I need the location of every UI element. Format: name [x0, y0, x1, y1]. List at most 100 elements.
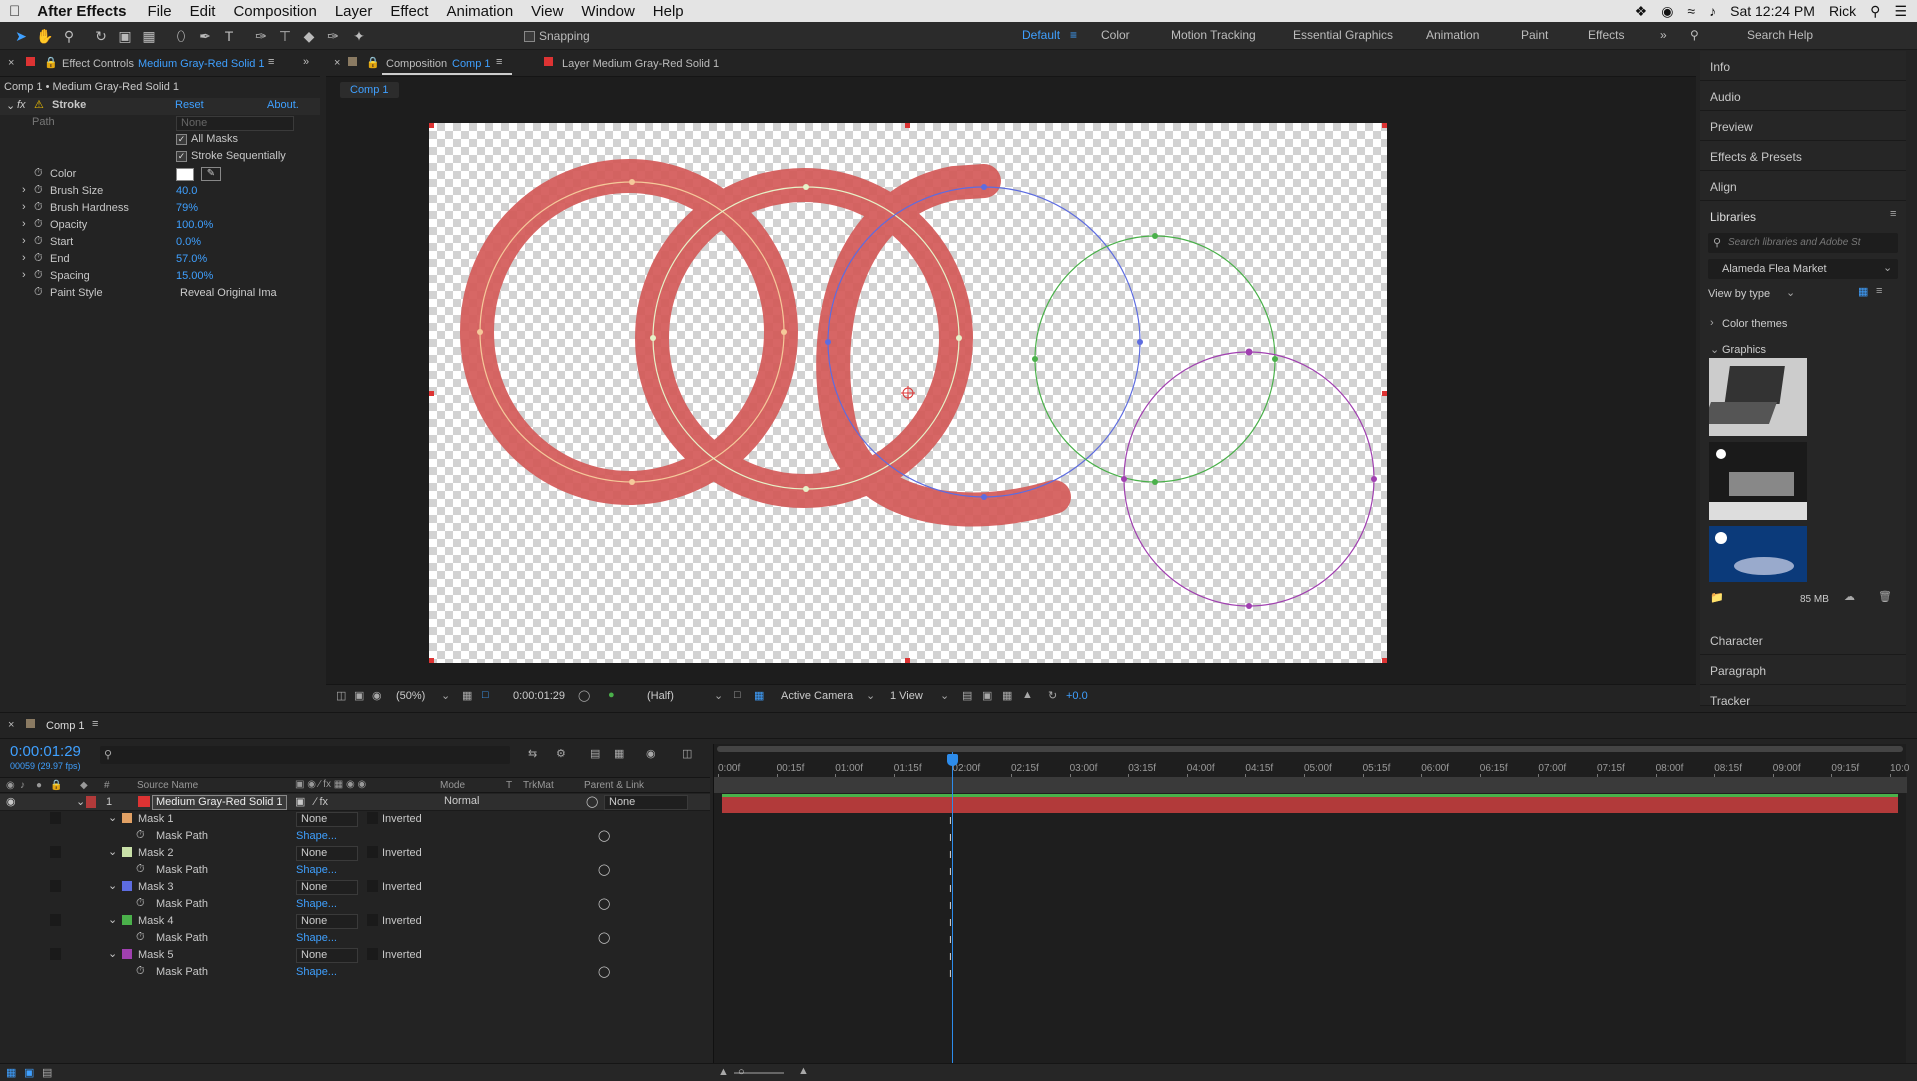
path-dropdown[interactable]: None — [176, 116, 294, 131]
mask-inverted-checkbox[interactable] — [367, 880, 378, 892]
modes-icon[interactable]: ▣ — [24, 1066, 34, 1079]
mask-inverted-checkbox[interactable] — [367, 846, 378, 858]
stopwatch-icon[interactable]: ⏱ — [34, 252, 43, 265]
keyframe-marker[interactable]: I — [949, 935, 952, 946]
keyframe-marker[interactable]: I — [949, 969, 952, 980]
menu-layer[interactable]: Layer — [326, 3, 382, 20]
about-button[interactable]: About. — [267, 99, 299, 111]
mask-name[interactable]: Mask 4 — [138, 915, 173, 927]
mask-5-path[interactable] — [1123, 351, 1375, 607]
mask-toggle-icon[interactable]: □ — [482, 689, 489, 701]
mask-path-row[interactable]: ⏱ Mask Path Shape... ◯ — [0, 930, 710, 947]
frame-blending-icon[interactable]: ▦ — [614, 747, 624, 760]
reset-button[interactable]: Reset — [175, 99, 204, 111]
brush-hardness-value[interactable]: 79% — [176, 202, 198, 214]
graphic-thumbnail-space[interactable] — [1709, 526, 1807, 582]
mask-color-swatch[interactable] — [122, 915, 132, 925]
fast-previews-icon[interactable]: ▣ — [982, 689, 992, 702]
workspace-motion-tracking[interactable]: Motion Tracking — [1171, 28, 1256, 42]
mask-color-swatch[interactable] — [122, 881, 132, 891]
zoom-in-icon[interactable]: ▲ — [798, 1065, 809, 1077]
pick-whip-icon[interactable]: ◯ — [598, 897, 610, 910]
stopwatch-icon[interactable]: ⏱ — [136, 863, 145, 876]
type-tool-icon[interactable]: T — [220, 27, 238, 45]
solo-toggle-icon[interactable]: ● — [36, 780, 42, 791]
flowchart-icon[interactable]: ▲ — [1022, 689, 1033, 701]
stopwatch-icon[interactable]: ⏱ — [34, 235, 43, 248]
opacity-value[interactable]: 100.0% — [176, 219, 213, 231]
tracker-panel[interactable]: Tracker — [1700, 685, 1906, 708]
chevron-down-icon[interactable]: ⌄ — [108, 947, 117, 960]
composition-flow-icon[interactable]: ⇆ — [528, 747, 537, 760]
clock-text[interactable]: Sat 12:24 PM — [1730, 3, 1815, 19]
mask-name[interactable]: Mask 1 — [138, 813, 173, 825]
expand-chevron-icon[interactable]: › — [22, 218, 26, 230]
color-themes-section[interactable]: Color themes — [1722, 318, 1787, 330]
mask-color-swatch[interactable] — [122, 949, 132, 959]
menu-composition[interactable]: Composition — [224, 3, 325, 20]
mask-shape-link[interactable]: Shape... — [296, 898, 337, 910]
start-value[interactable]: 0.0% — [176, 236, 201, 248]
end-value[interactable]: 57.0% — [176, 253, 207, 265]
spotlight-icon[interactable]: ⚲ — [1870, 3, 1880, 20]
stroke-effect-row[interactable]: ⌄ fx ⚠ Stroke Reset About. — [0, 98, 320, 115]
snapping-checkbox[interactable] — [524, 31, 535, 43]
keyframe-marker[interactable]: I — [949, 952, 952, 963]
wifi-icon[interactable]: ≈ — [1687, 3, 1695, 19]
list-view-icon[interactable]: ≡ — [1876, 285, 1882, 297]
keyframe-marker[interactable]: I — [949, 816, 952, 827]
layer-label-color[interactable] — [86, 796, 96, 808]
workspace-animation[interactable]: Animation — [1426, 28, 1479, 42]
mask-name[interactable]: Mask 5 — [138, 949, 173, 961]
stopwatch-icon[interactable]: ⏱ — [34, 269, 43, 282]
mask-inverted-checkbox[interactable] — [367, 812, 378, 824]
mask-name[interactable]: Mask 3 — [138, 881, 173, 893]
render-time-icon[interactable]: ▤ — [42, 1066, 52, 1079]
close-icon[interactable]: × — [8, 57, 14, 69]
fx-icon[interactable]: fx — [17, 99, 26, 111]
stopwatch-icon[interactable]: ⏱ — [136, 931, 145, 944]
snapping-toggle[interactable]: Snapping — [524, 29, 590, 43]
mask-path-row[interactable]: ⏱ Mask Path Shape... ◯ — [0, 896, 710, 913]
preview-panel[interactable]: Preview — [1700, 111, 1906, 141]
current-time-display[interactable]: 0:00:01:29 — [513, 690, 565, 702]
camera-dropdown[interactable]: Active Camera — [781, 690, 853, 702]
search-help-input[interactable]: Search Help — [1747, 28, 1813, 42]
layer-viewer-tab[interactable]: Layer Medium Gray-Red Solid 1 — [562, 58, 719, 70]
mask-path-row[interactable]: ⏱ Mask Path Shape... ◯ — [0, 828, 710, 845]
paint-style-dropdown[interactable]: Reveal Original Ima — [176, 287, 294, 302]
monitor-icon[interactable]: ▣ — [354, 689, 364, 702]
stopwatch-icon[interactable]: ⏱ — [34, 167, 43, 180]
stroke-sequentially-row[interactable]: ✓ Stroke Sequentially — [176, 150, 286, 167]
comp-artwork[interactable] — [429, 123, 1387, 663]
chevron-down-icon[interactable]: ⌄ — [108, 845, 117, 858]
keyframe-marker[interactable]: I — [949, 884, 952, 895]
effect-controls-tab[interactable]: Effect Controls — [62, 58, 134, 70]
stopwatch-icon[interactable]: ⏱ — [136, 965, 145, 978]
eye-icon[interactable]: ◉ — [6, 795, 16, 808]
pick-whip-icon[interactable]: ◯ — [598, 829, 610, 842]
roto-brush-icon[interactable]: ✑ — [324, 27, 342, 45]
timeline-search-field[interactable]: ⚲ — [100, 746, 510, 764]
view-layout-dropdown[interactable]: 1 View — [890, 690, 923, 702]
mask-inverted-checkbox[interactable] — [367, 948, 378, 960]
channels-icon[interactable]: ● — [608, 689, 615, 701]
camera-tool-icon[interactable]: ▣ — [116, 27, 134, 45]
mask-visibility-icon[interactable]: ◉ — [372, 689, 382, 702]
color-swatch[interactable] — [176, 168, 194, 181]
chevron-down-icon[interactable]: ⌄ — [108, 879, 117, 892]
audio-panel[interactable]: Audio — [1700, 81, 1906, 111]
chevron-down-icon[interactable]: ⌄ — [866, 689, 875, 702]
resolution-dropdown[interactable]: (Half) — [647, 690, 674, 702]
stopwatch-icon[interactable]: ⏱ — [34, 286, 43, 299]
layer-mode-dropdown[interactable]: Normal — [440, 795, 492, 810]
header-mode[interactable]: Mode — [440, 780, 465, 791]
composition-tab-name[interactable]: Comp 1 — [452, 58, 491, 70]
chevron-down-icon[interactable]: ⌄ — [940, 689, 949, 702]
info-panel[interactable]: Info — [1700, 51, 1906, 81]
effects-presets-panel[interactable]: Effects & Presets — [1700, 141, 1906, 171]
mask-mode-dropdown[interactable]: None — [296, 846, 358, 861]
mask-lock-box[interactable] — [50, 812, 61, 824]
zoom-tool-icon[interactable]: ⚲ — [60, 27, 78, 45]
chevron-down-icon[interactable]: ⌄ — [1786, 286, 1795, 299]
